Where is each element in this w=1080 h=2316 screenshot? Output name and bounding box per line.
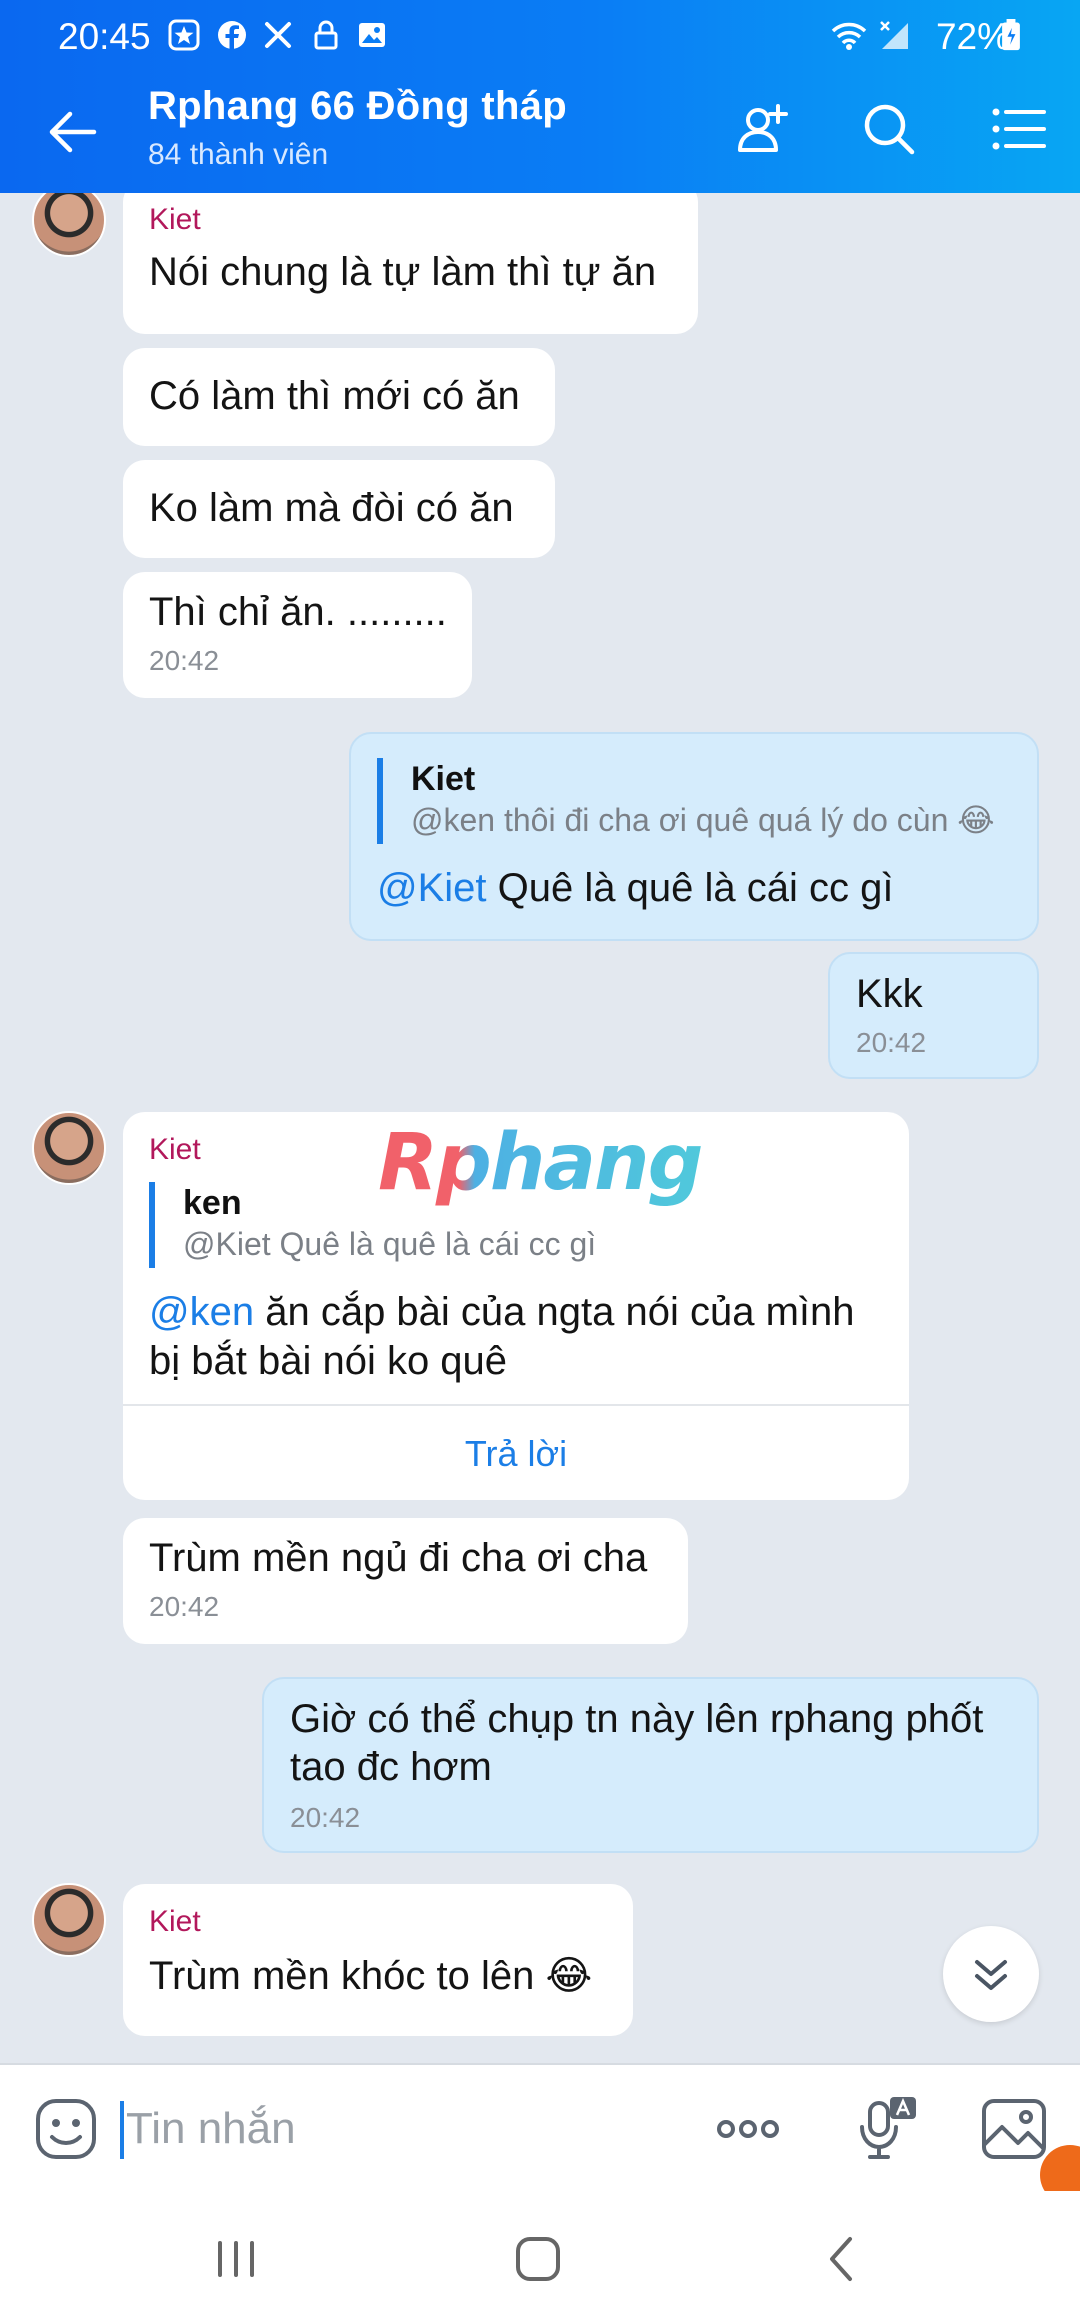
star-app-icon (168, 19, 200, 51)
menu-list-icon[interactable] (986, 96, 1052, 162)
sender-name: Kiet (149, 203, 201, 236)
message-time: 20:42 (149, 1591, 220, 1622)
message-bubble[interactable]: Ko làm mà đòi có ăn (123, 460, 555, 558)
home-icon[interactable] (508, 2229, 568, 2289)
top-bar: 20:45 72% Rphang 66 Đồng tháp 84 thành v… (0, 0, 1080, 193)
avatar[interactable] (32, 1111, 106, 1185)
message-text: @Kiet Quê là quê là cái cc gì (377, 864, 893, 912)
message-text: Kkk (856, 972, 923, 1016)
mention[interactable]: @ken (149, 1290, 254, 1334)
chat-header: Rphang 66 Đồng tháp 84 thành viên (0, 66, 1080, 193)
message-text-line: Giờ có thể chụp tn này lên rphang phốt (290, 1697, 984, 1741)
message-bubble[interactable]: Có làm thì mới có ăn (123, 348, 555, 446)
message-text: Trùm mền khóc to lên 😂 (149, 1954, 593, 1998)
message-text: Ko làm mà đòi có ăn (149, 486, 514, 530)
lock-icon (314, 20, 338, 50)
message-list[interactable]: Kiet Nói chung là tự làm thì tự ăn Có là… (0, 193, 1080, 2063)
message-text-body: Quê là quê là cái cc gì (486, 866, 894, 910)
sender-name: Kiet (149, 1133, 201, 1166)
more-options-icon[interactable] (712, 2093, 784, 2165)
facebook-icon (218, 21, 246, 49)
message-bubble-outgoing[interactable]: Giờ có thể chụp tn này lên rphang phốt t… (262, 1677, 1039, 1853)
no-signal-icon (880, 21, 908, 49)
message-text: Thì chỉ ăn. ......... (149, 590, 447, 634)
message-time: 20:42 (290, 1802, 361, 1833)
voice-to-text-icon[interactable] (850, 2093, 922, 2165)
quoted-text: @Kiet Quê là quê là cái cc gì (183, 1226, 597, 1262)
search-icon[interactable] (856, 96, 922, 162)
battery-percent: 72% (935, 16, 1010, 57)
message-text: Có làm thì mới có ăn (149, 374, 520, 418)
scroll-to-bottom-button[interactable] (943, 1926, 1039, 2022)
watermark-logo: Rphang (378, 1118, 703, 1208)
message-bubble[interactable]: Thì chỉ ăn. ......... 20:42 (123, 572, 472, 698)
message-bubble-outgoing[interactable]: Kiet @ken thôi đi cha ơi quê quá lý do c… (349, 732, 1039, 941)
message-text: Nói chung là tự làm thì tự ăn (149, 250, 657, 294)
tools-icon (265, 22, 291, 48)
image-gallery-icon[interactable] (978, 2093, 1050, 2165)
recent-apps-icon[interactable] (206, 2229, 266, 2289)
add-member-icon[interactable] (730, 96, 796, 162)
message-input[interactable] (126, 2095, 686, 2163)
group-title[interactable]: Rphang 66 Đồng tháp (148, 84, 567, 129)
member-count[interactable]: 84 thành viên (148, 138, 328, 172)
avatar[interactable] (32, 193, 106, 257)
reply-button[interactable]: Trả lời (123, 1430, 909, 1478)
message-bubble-outgoing[interactable]: Kkk 20:42 (828, 952, 1039, 1079)
message-text-line: bị bắt bài nói ko quê (149, 1339, 508, 1383)
message-bubble[interactable]: Kiet Trùm mền khóc to lên 😂 (123, 1884, 633, 2036)
message-time: 20:42 (856, 1027, 927, 1058)
sender-name: Kiet (149, 1905, 201, 1938)
status-time: 20:45 (58, 16, 151, 57)
back-arrow-icon[interactable] (44, 104, 100, 160)
mention[interactable]: @Kiet (377, 866, 487, 910)
message-bubble[interactable]: Trùm mền ngủ đi cha ơi cha 20:42 (123, 1518, 688, 1644)
divider (123, 1404, 909, 1406)
quoted-sender: Kiet (411, 760, 476, 798)
message-text-line: ăn cắp bài của ngta nói của mình (254, 1290, 855, 1334)
wifi-icon (831, 22, 867, 50)
battery-icon (1002, 19, 1020, 51)
composer-bar (0, 2063, 1080, 2191)
message-text: @ken ăn cắp bài của ngta nói của mình (149, 1288, 855, 1336)
message-text-line: tao đc hơm (290, 1745, 492, 1789)
message-text: Trùm mền ngủ đi cha ơi cha (149, 1536, 648, 1580)
quoted-message[interactable]: Kiet @ken thôi đi cha ơi quê quá lý do c… (377, 758, 995, 844)
double-chevron-down-icon (975, 1960, 1007, 1990)
system-nav-bar (0, 2191, 1080, 2316)
message-time: 20:42 (149, 645, 220, 676)
nav-back-icon[interactable] (812, 2229, 872, 2289)
status-bar: 20:45 72% (0, 0, 1080, 66)
quoted-text: @ken thôi đi cha ơi quê quá lý do cùn 😂 (411, 802, 995, 838)
avatar[interactable] (32, 1883, 106, 1957)
text-cursor (120, 2101, 124, 2159)
gallery-icon (359, 23, 385, 47)
sticker-emoji-icon[interactable] (34, 2097, 98, 2161)
message-bubble[interactable]: Kiet Nói chung là tự làm thì tự ăn (123, 193, 698, 334)
